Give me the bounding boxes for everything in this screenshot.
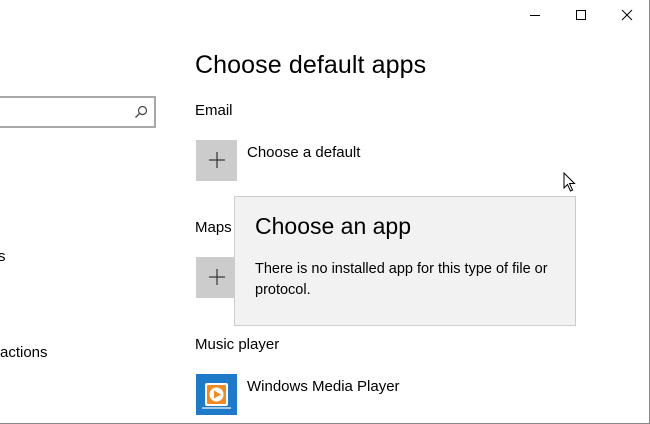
sidebar-item-fragment[interactable]: actions: [0, 344, 48, 361]
choose-app-flyout: Choose an app There is no installed app …: [234, 196, 576, 326]
music-section-label: Music player: [195, 336, 280, 353]
email-app-name: Choose a default: [247, 143, 361, 161]
music-app-name: Windows Media Player: [247, 377, 400, 395]
search-input[interactable]: [0, 96, 156, 128]
close-icon: [621, 9, 633, 21]
page-title: Choose default apps: [195, 51, 427, 79]
plus-icon: [196, 256, 237, 298]
email-section-label: Email: [195, 102, 233, 119]
sidebar-item-fragment[interactable]: s: [0, 248, 6, 265]
flyout-title: Choose an app: [255, 213, 412, 239]
windows-media-player-icon: [196, 373, 237, 415]
maps-section-label: Maps: [195, 219, 232, 236]
email-default-button[interactable]: Choose a default: [196, 139, 360, 181]
minimize-icon: [530, 15, 540, 16]
close-button[interactable]: [604, 0, 649, 30]
minimize-button[interactable]: [512, 0, 558, 30]
settings-window: s actions Choose default apps Email Choo…: [0, 0, 650, 424]
music-default-button[interactable]: Windows Media Player: [196, 373, 400, 415]
maximize-button[interactable]: [558, 0, 604, 30]
search-icon[interactable]: [133, 104, 149, 125]
flyout-message: There is no installed app for this type …: [255, 261, 548, 298]
plus-icon: [196, 139, 237, 181]
mouse-pointer-icon: [563, 171, 577, 197]
maximize-icon: [576, 10, 586, 20]
